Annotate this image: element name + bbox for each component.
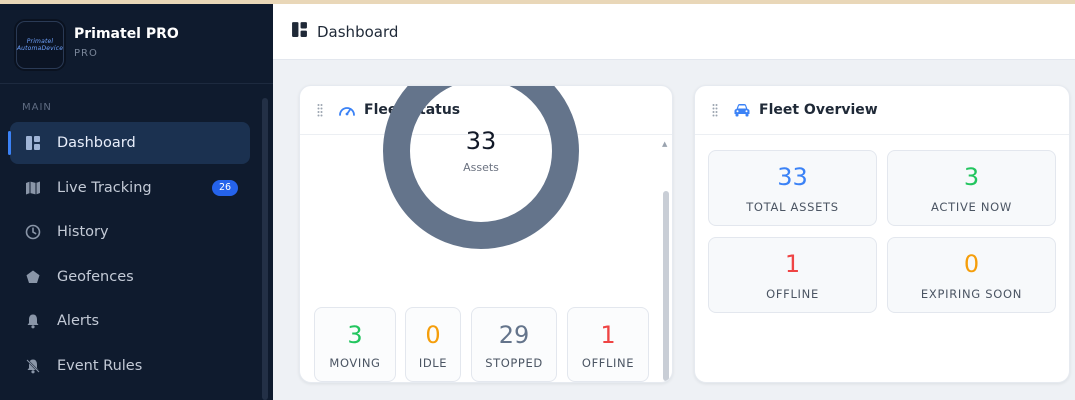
bell-icon (24, 312, 42, 330)
tile-value: 0 (963, 250, 980, 278)
live-tracking-count-badge: 26 (212, 179, 238, 196)
car-icon (733, 103, 751, 117)
stat-label: MOVING (329, 356, 381, 370)
sidebar-item-label: Live Tracking (57, 179, 152, 196)
sidebar-item-history[interactable]: History (10, 211, 250, 253)
total-assets-count: 33 (465, 126, 497, 155)
total-assets-label: Assets (463, 160, 499, 174)
brand-header: Primatel AutomaDevice Primatel PRO PRO (0, 4, 273, 84)
sidebar-scrollbar[interactable] (262, 98, 268, 400)
scroll-up-arrow-icon[interactable]: ▲ (662, 140, 667, 148)
sidebar: Primatel AutomaDevice Primatel PRO PRO M… (0, 4, 273, 400)
brand-logo[interactable]: Primatel AutomaDevice (16, 21, 64, 69)
sidebar-item-label: History (57, 224, 109, 240)
sidebar-item-label: Geofences (57, 268, 134, 285)
stat-value: 0 (425, 321, 441, 349)
sidebar-item-live-tracking[interactable]: Live Tracking 26 (10, 167, 250, 209)
tile-label: EXPIRING SOON (920, 287, 1023, 301)
tile-value: 33 (777, 163, 808, 191)
stat-label: OFFLINE (581, 356, 635, 370)
sidebar-item-alerts[interactable]: Alerts (10, 300, 250, 342)
fleet-status-card: Fleet Status 33 Assets ▲ 3 MOVING 0 IDLE… (299, 85, 673, 383)
tile-label: ACTIVE NOW (931, 200, 1012, 214)
stat-idle[interactable]: 0 IDLE (405, 307, 461, 382)
tile-label: TOTAL ASSETS (746, 200, 839, 214)
gauge-icon (338, 103, 356, 117)
stat-value: 29 (498, 321, 530, 349)
tile-value: 3 (963, 163, 980, 191)
sidebar-item-event-rules[interactable]: Event Rules (10, 345, 250, 387)
stat-offline[interactable]: 1 OFFLINE (567, 307, 649, 382)
map-icon (24, 179, 42, 197)
tile-value: 1 (784, 250, 801, 278)
fleet-overview-title: Fleet Overview (759, 102, 878, 118)
sidebar-item-label: Dashboard (57, 135, 136, 151)
sidebar-item-label: Event Rules (57, 357, 143, 374)
donut-center: 33 Assets (381, 86, 581, 251)
scrollbar-thumb[interactable] (663, 191, 669, 381)
page-title: Dashboard (317, 22, 399, 41)
brand-name: Primatel PRO (74, 26, 179, 42)
sidebar-item-geofences[interactable]: Geofences (10, 256, 250, 298)
page-header: Dashboard (273, 4, 1075, 60)
sidebar-item-label: Alerts (57, 313, 100, 329)
tile-total-assets[interactable]: 33 TOTAL ASSETS (708, 150, 877, 226)
dashboard-icon (291, 21, 308, 42)
clock-icon (24, 223, 42, 241)
section-label-main: MAIN (22, 102, 52, 113)
sidebar-item-dashboard[interactable]: Dashboard (8, 122, 250, 164)
stat-label: STOPPED (485, 356, 543, 370)
stat-value: 1 (600, 321, 616, 349)
fleet-status-scrollbar[interactable]: ▲ (662, 140, 669, 382)
tile-offline[interactable]: 1 OFFLINE (708, 237, 877, 313)
bell-off-icon (24, 357, 42, 375)
stat-moving[interactable]: 3 MOVING (314, 307, 396, 382)
drag-handle-icon[interactable] (711, 102, 719, 118)
brand-tier: PRO (74, 48, 98, 59)
fleet-overview-card: Fleet Overview 33 TOTAL ASSETS 3 ACTIVE … (694, 85, 1070, 383)
stat-label: IDLE (418, 356, 448, 370)
fleet-status-donut: 33 Assets (381, 86, 581, 251)
stat-value: 3 (347, 321, 363, 349)
top-accent-line (0, 0, 1075, 4)
dashboard-icon (24, 134, 42, 152)
tile-label: OFFLINE (766, 287, 819, 301)
pentagon-icon (24, 268, 42, 286)
fleet-overview-header: Fleet Overview (695, 86, 1069, 135)
drag-handle-icon[interactable] (316, 102, 324, 118)
sidebar-nav: Dashboard Live Tracking 26 History Geofe… (8, 122, 250, 389)
tile-expiring-soon[interactable]: 0 EXPIRING SOON (887, 237, 1056, 313)
tile-active-now[interactable]: 3 ACTIVE NOW (887, 150, 1056, 226)
stat-stopped[interactable]: 29 STOPPED (471, 307, 557, 382)
logo-wordmark: Primatel AutomaDevice (16, 38, 64, 52)
